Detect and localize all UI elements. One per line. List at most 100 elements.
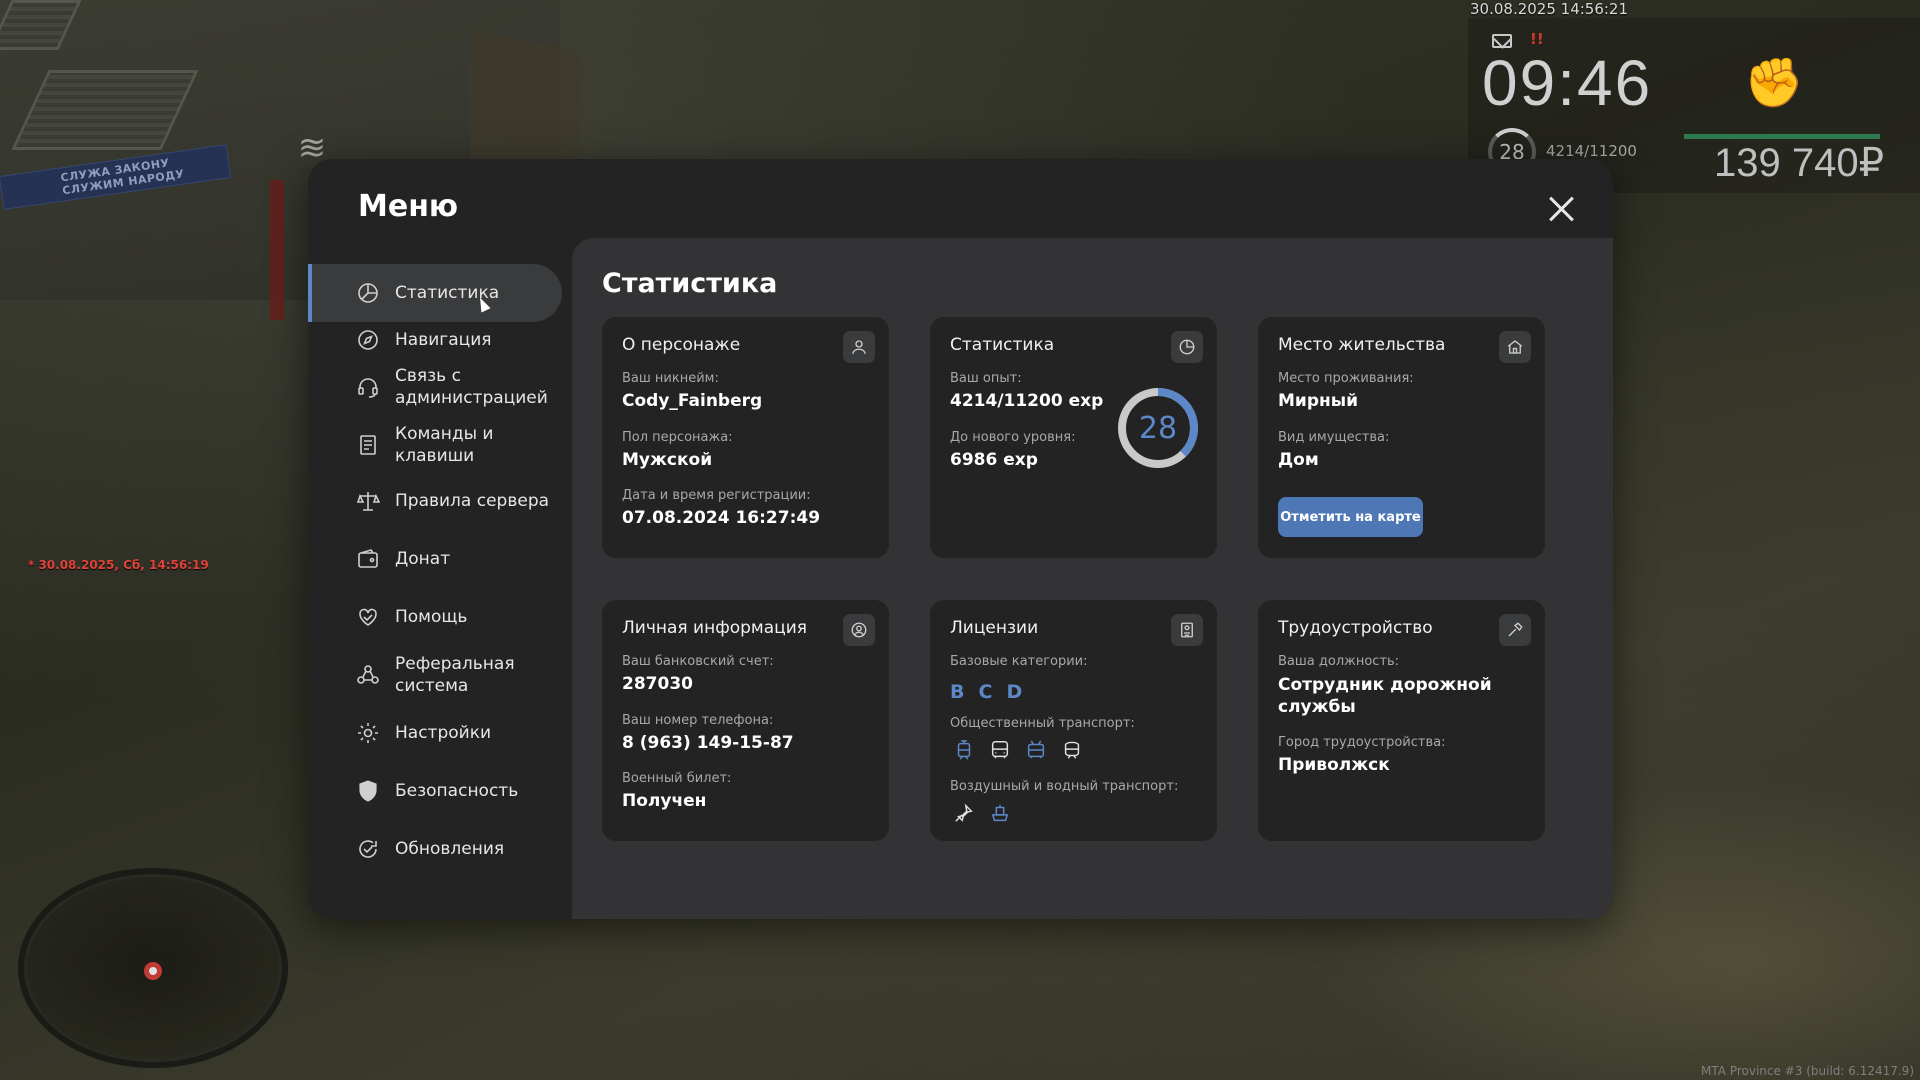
registration-value: 07.08.2024 16:27:49 <box>622 508 821 528</box>
id-card-icon <box>1181 622 1193 638</box>
sidebar-item-commands[interactable]: Команды и клавиши <box>308 416 562 474</box>
card-licenses: Лицензии Базовые категории: BCD Обществе… <box>930 600 1217 841</box>
headset-icon <box>356 375 380 399</box>
base-categories-label: Базовые категории: <box>950 654 1088 669</box>
exp-value: 4214/11200 exp <box>950 391 1104 411</box>
sidebar-item-label: Помощь <box>395 607 468 627</box>
close-button[interactable] <box>1544 191 1580 227</box>
card-employment: Трудоустройство Ваша должность: Сотрудни… <box>1258 600 1545 841</box>
id-card-icon-button[interactable] <box>1171 614 1203 646</box>
license-category: D <box>1006 681 1023 703</box>
property-type-value: Дом <box>1278 450 1319 470</box>
nickname-label: Ваш никнейм: <box>622 371 719 386</box>
sidebar-item-label: Правила сервера <box>395 491 550 511</box>
document-list-icon <box>356 433 380 457</box>
sidebar-item-updates[interactable]: Обновления <box>308 820 562 878</box>
sidebar-item-rules[interactable]: Правила сервера <box>308 472 562 530</box>
air-water-transport-icons <box>950 799 1014 827</box>
page-title: Статистика <box>602 268 778 299</box>
chart-pie-icon <box>356 281 380 305</box>
gear-icon <box>356 721 380 745</box>
registration-label: Дата и время регистрации: <box>622 488 811 503</box>
residence-place-label: Место проживания: <box>1278 371 1414 386</box>
menu-window: Меню Статистика Навигация Связь с админи… <box>308 159 1613 919</box>
public-transport-label: Общественный транспорт: <box>950 716 1135 731</box>
card-title: Лицензии <box>950 618 1039 638</box>
bus-icon <box>986 736 1014 764</box>
next-level-value: 6986 exp <box>950 450 1038 470</box>
shield-icon <box>356 779 380 803</box>
sidebar-item-referral[interactable]: Реферальная система <box>308 646 562 704</box>
user-circle-icon-button[interactable] <box>843 614 875 646</box>
boat-icon <box>986 799 1014 827</box>
card-personal-info: Личная информация Ваш банковский счет: 2… <box>602 600 889 841</box>
sidebar-item-admin-contact[interactable]: Связь с администрацией <box>308 358 562 416</box>
license-category: C <box>978 681 993 703</box>
referral-icon <box>356 663 380 687</box>
card-title: Личная информация <box>622 618 808 638</box>
sidebar-item-label: Безопасность <box>395 781 519 801</box>
chart-pie-icon <box>1179 339 1195 355</box>
trolleybus-icon <box>1022 736 1050 764</box>
scales-icon <box>356 489 380 513</box>
sidebar-item-help[interactable]: Помощь <box>308 588 562 646</box>
hammer-icon <box>1508 622 1523 637</box>
metro-icon <box>1058 736 1086 764</box>
property-type-label: Вид имущества: <box>1278 430 1390 445</box>
wallet-icon <box>356 547 380 571</box>
sidebar-item-label: Команды и клавиши <box>395 424 494 466</box>
gender-label: Пол персонажа: <box>622 430 733 445</box>
user-icon-button[interactable] <box>843 331 875 363</box>
red-strip <box>270 180 284 320</box>
house-icon <box>1507 340 1523 354</box>
sidebar-item-donate[interactable]: Донат <box>308 530 562 588</box>
card-title: Статистика <box>950 335 1055 355</box>
military-id-label: Военный билет: <box>622 771 732 786</box>
sidebar-item-label: Настройки <box>395 723 492 743</box>
residence-place-value: Мирный <box>1278 391 1359 411</box>
card-about-character: О персонаже Ваш никнейм: Cody_Fainberg П… <box>602 317 889 558</box>
player-marker-icon <box>144 962 162 980</box>
card-residence: Место жительства Место проживания: Мирны… <box>1258 317 1545 558</box>
job-city-value: Приволжск <box>1278 755 1390 775</box>
level-number: 28 <box>1138 410 1178 446</box>
house-icon-button[interactable] <box>1499 331 1531 363</box>
fist-weapon-icon: ✊ <box>1744 55 1804 111</box>
hud-exp: 4214/11200 <box>1546 142 1637 160</box>
license-categories: BCD <box>950 681 1036 703</box>
hammer-icon-button[interactable] <box>1499 614 1531 646</box>
chart-pie-icon-button[interactable] <box>1171 331 1203 363</box>
sidebar-item-label: Навигация <box>395 330 492 350</box>
refresh-check-icon <box>356 837 380 861</box>
menu-title: Меню <box>358 189 459 224</box>
public-transport-icons <box>950 736 1086 764</box>
build-info: MTA Province #3 (build: 6.12417.9) <box>1701 1064 1914 1078</box>
hud-money: 139 740₽ <box>1714 141 1885 185</box>
tram-icon <box>950 736 978 764</box>
hud-clock: 09:46 <box>1482 47 1653 119</box>
level-progress-ring: 28 <box>1116 386 1200 470</box>
military-id-value: Получен <box>622 791 707 811</box>
sidebar-item-label: Обновления <box>395 839 505 859</box>
user-circle-icon <box>851 622 867 638</box>
card-title: Трудоустройство <box>1278 618 1433 638</box>
content-panel: Статистика О персонаже Ваш никнейм: Cody… <box>572 238 1613 919</box>
health-bar <box>1684 134 1880 139</box>
sidebar-item-settings[interactable]: Настройки <box>308 704 562 762</box>
exp-label: Ваш опыт: <box>950 371 1022 386</box>
compass-icon <box>356 328 380 352</box>
chat-line: * 30.08.2025, Сб, 14:56:19 <box>28 558 209 572</box>
air-water-transport-label: Воздушный и водный транспорт: <box>950 779 1179 794</box>
card-statistics: Статистика Ваш опыт: 4214/11200 exp До н… <box>930 317 1217 558</box>
bank-account-label: Ваш банковский счет: <box>622 654 774 669</box>
card-title: Место жительства <box>1278 335 1446 355</box>
hud-datetime: 30.08.2025 14:56:21 <box>1470 0 1629 18</box>
heart-hands-icon <box>356 605 380 629</box>
sidebar-item-label: Реферальная система <box>395 654 515 696</box>
position-label: Ваша должность: <box>1278 654 1400 669</box>
phone-value: 8 (963) 149-15-87 <box>622 733 794 753</box>
sidebar-item-security[interactable]: Безопасность <box>308 762 562 820</box>
mark-on-map-button[interactable]: Отметить на карте <box>1278 497 1423 537</box>
position-value: Сотрудник дорожной службы <box>1278 675 1492 717</box>
sidebar-item-label: Связь с администрацией <box>395 366 548 408</box>
